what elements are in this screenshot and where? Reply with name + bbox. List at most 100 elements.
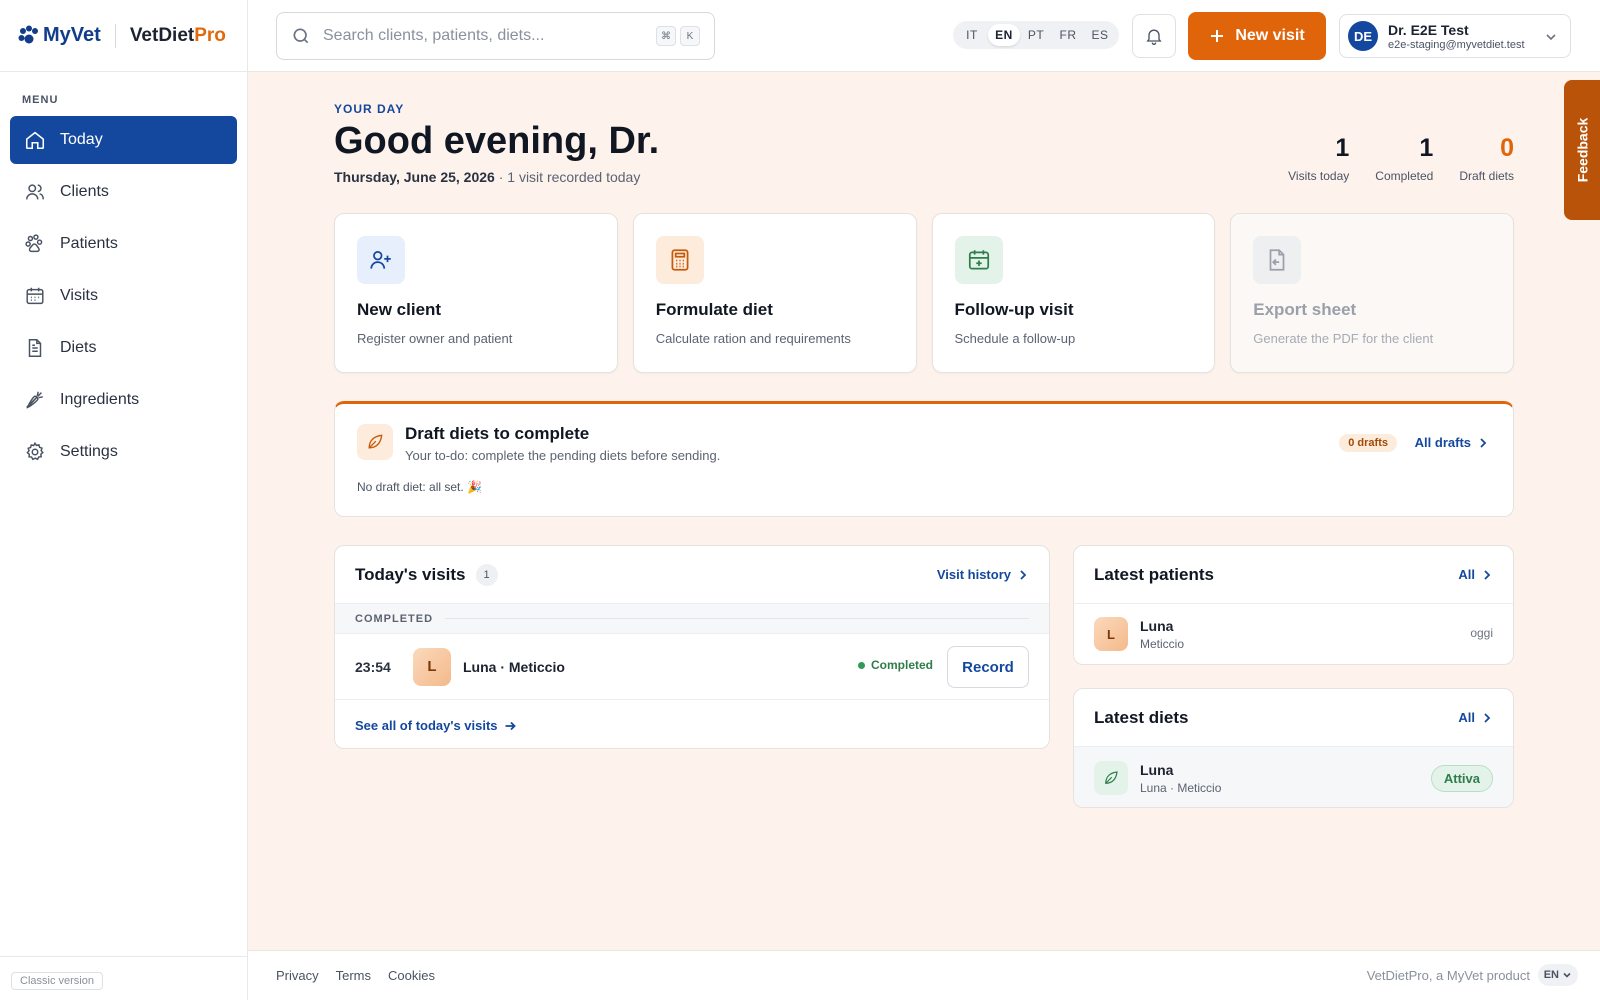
footer: Privacy Terms Cookies VetDietPro, a MyVe… [248, 950, 1600, 1000]
plus-icon [1211, 30, 1224, 42]
diet-patient: Luna · Meticcio [1140, 780, 1222, 795]
shortcut-key-cmd: ⌘ [656, 26, 676, 46]
panel-title-text: Today's visits [355, 564, 466, 584]
topbar: ⌘ K IT EN PT FR ES New visit DE Dr. E2E … [248, 0, 1600, 72]
sidebar-item-ingredients[interactable]: Ingredients [10, 376, 237, 424]
sidebar-item-settings[interactable]: Settings [10, 428, 237, 476]
status-badge: Completed [857, 658, 933, 672]
quick-actions: New client Register owner and patient Fo… [334, 213, 1514, 373]
right-column: Latest patients All L Luna Meticcio oggi [1073, 545, 1514, 808]
list-item[interactable]: L Luna Meticcio oggi [1074, 604, 1513, 664]
lang-option-es[interactable]: ES [1084, 24, 1116, 46]
stat-value: 0 [1500, 134, 1514, 162]
lang-option-it[interactable]: IT [956, 24, 988, 46]
status-badge: Attiva [1430, 765, 1493, 792]
drafts-title: Draft diets to complete [405, 424, 590, 443]
calendar-plus-icon [954, 236, 1003, 284]
avatar: L [1094, 617, 1128, 651]
see-all-visits-link[interactable]: See all of today's visits [335, 700, 1049, 733]
feedback-label: Feedback [1574, 117, 1590, 183]
link-label: All [1458, 567, 1475, 582]
card-title: Formulate diet [655, 300, 773, 319]
home-icon [25, 131, 45, 150]
group-label-text: COMPLETED [355, 612, 434, 625]
sidebar-item-label: Visits [60, 287, 98, 304]
terms-link[interactable]: Terms [336, 968, 371, 983]
quick-action-new-client[interactable]: New client Register owner and patient [334, 213, 618, 373]
patient-breed: Meticcio [1140, 636, 1185, 651]
chevron-down-icon [1563, 972, 1571, 978]
stat-draft-diets: 0 Draft diets [1459, 134, 1514, 183]
quick-action-formulate-diet[interactable]: Formulate diet Calculate ration and requ… [632, 213, 917, 373]
avatar: DE [1348, 21, 1378, 51]
all-patients-link[interactable]: All [1458, 567, 1493, 582]
patient-name: Luna [1140, 617, 1174, 634]
new-visit-label: New visit [1235, 27, 1305, 44]
file-export-icon [1253, 236, 1302, 284]
search-box[interactable]: ⌘ K [276, 12, 715, 60]
visits-group-completed: COMPLETED [335, 604, 1049, 634]
sidebar-item-clients[interactable]: Clients [10, 168, 237, 216]
search-input[interactable] [323, 27, 643, 45]
leaf-icon [1094, 761, 1128, 795]
visit-patient-name: Luna · Meticcio [463, 658, 565, 675]
brand-divider [114, 23, 116, 48]
link-label: All [1458, 710, 1475, 725]
paw-icon [25, 234, 43, 253]
myvet-logo: MyVet [18, 24, 101, 47]
stat-label: Draft diets [1459, 169, 1514, 183]
privacy-link[interactable]: Privacy [276, 968, 319, 983]
lang-option-en[interactable]: EN [988, 24, 1020, 46]
card-subtitle: Register owner and patient [357, 331, 513, 346]
search-shortcut: ⌘ K [652, 26, 700, 46]
feedback-tab[interactable]: Feedback [1564, 80, 1600, 220]
stat-visits-today: 1 Visits today [1288, 134, 1349, 183]
new-visit-button[interactable]: New visit [1188, 12, 1326, 60]
language-switcher: IT EN PT FR ES [953, 21, 1119, 49]
link-label: All drafts [1414, 435, 1471, 450]
user-name: Dr. E2E Test [1388, 21, 1469, 38]
main-content: YOUR DAY Good evening, Dr. Thursday, Jun… [334, 72, 1514, 808]
sidebar-item-patients[interactable]: Patients [10, 220, 237, 268]
sidebar-item-today[interactable]: Today [10, 116, 237, 164]
visit-history-link[interactable]: Visit history [937, 567, 1029, 582]
notifications-button[interactable] [1132, 14, 1176, 58]
sidebar: MyVet VetDietPro MENU Today Clients Pati… [0, 0, 248, 1000]
sidebar-item-label: Diets [60, 339, 97, 356]
document-icon [28, 339, 42, 357]
sidebar-item-label: Today [60, 131, 103, 148]
user-email: e2e-staging@myvetdiet.test [1388, 38, 1525, 51]
day-stats: 1 Visits today 1 Completed 0 Draft diets [1288, 134, 1514, 183]
quick-action-follow-up-visit[interactable]: Follow-up visit Schedule a follow-up [931, 213, 1216, 373]
panel-header: Today's visits 1 Visit history [335, 546, 1049, 604]
product-name-accent: Pro [194, 24, 226, 46]
myvet-wordmark: MyVet [43, 24, 101, 46]
lower-section: Today's visits 1 Visit history COMPLETED… [334, 545, 1514, 808]
sidebar-item-label: Patients [60, 235, 118, 252]
chevron-down-icon [1546, 34, 1556, 41]
arrow-right-icon [505, 721, 516, 730]
brand[interactable]: MyVet VetDietPro [0, 0, 247, 72]
classic-version-button[interactable]: Classic version [11, 972, 103, 990]
user-menu[interactable]: DE Dr. E2E Test e2e-staging@myvetdiet.te… [1339, 14, 1571, 58]
list-item[interactable]: Luna Luna · Meticcio Attiva [1074, 747, 1513, 807]
footer-language-select[interactable]: EN [1537, 964, 1578, 986]
lang-option-pt[interactable]: PT [1020, 24, 1052, 46]
sidebar-item-diets[interactable]: Diets [10, 324, 237, 372]
patient-info: Luna Meticcio [1140, 618, 1184, 651]
card-title: Follow-up visit [954, 300, 1074, 319]
calculator-icon [655, 236, 704, 284]
draft-diets-panel: Draft diets to complete Your to-do: comp… [334, 401, 1514, 517]
footer-language-value: EN [1543, 969, 1559, 981]
cookies-link[interactable]: Cookies [388, 968, 435, 983]
record-button[interactable]: Record [947, 646, 1029, 688]
card-subtitle: Schedule a follow-up [954, 331, 1076, 346]
lang-option-fr[interactable]: FR [1052, 24, 1084, 46]
menu-label: MENU [22, 94, 59, 106]
all-diets-link[interactable]: All [1458, 710, 1493, 725]
sidebar-item-visits[interactable]: Visits [10, 272, 237, 320]
table-row[interactable]: 23:54 L Luna · Meticcio Completed Record [335, 634, 1049, 700]
all-drafts-link[interactable]: All drafts [1415, 435, 1489, 450]
gear-icon [26, 441, 44, 461]
visit-time: 23:54 [355, 658, 391, 675]
